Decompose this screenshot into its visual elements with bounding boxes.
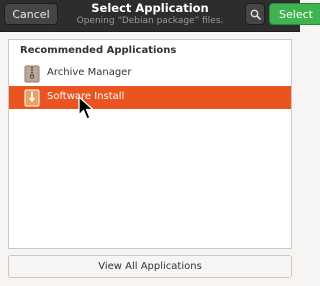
cancel-button[interactable]: Cancel [4, 3, 58, 25]
software-install-icon [24, 89, 40, 107]
select-button[interactable]: Select [269, 3, 320, 25]
search-button[interactable] [245, 3, 265, 25]
search-icon [250, 9, 261, 20]
header-bar: Cancel Select Application Opening “Debia… [0, 0, 320, 32]
view-all-applications-button[interactable]: View All Applications [8, 255, 292, 278]
mouse-pointer-icon [78, 96, 94, 120]
app-label: Archive Manager [47, 67, 132, 78]
section-heading: Recommended Applications [20, 45, 177, 56]
application-list: Recommended Applications Archive Manager… [8, 39, 292, 249]
list-item-software-install[interactable]: Software Install [9, 86, 291, 109]
title-block: Select Application Opening “Debian packa… [64, 1, 236, 27]
dialog-subtitle: Opening “Debian package” files. [76, 16, 224, 26]
list-item-archive-manager[interactable]: Archive Manager [9, 62, 291, 85]
dialog-title: Select Application [91, 1, 209, 15]
archive-manager-icon [24, 65, 40, 83]
